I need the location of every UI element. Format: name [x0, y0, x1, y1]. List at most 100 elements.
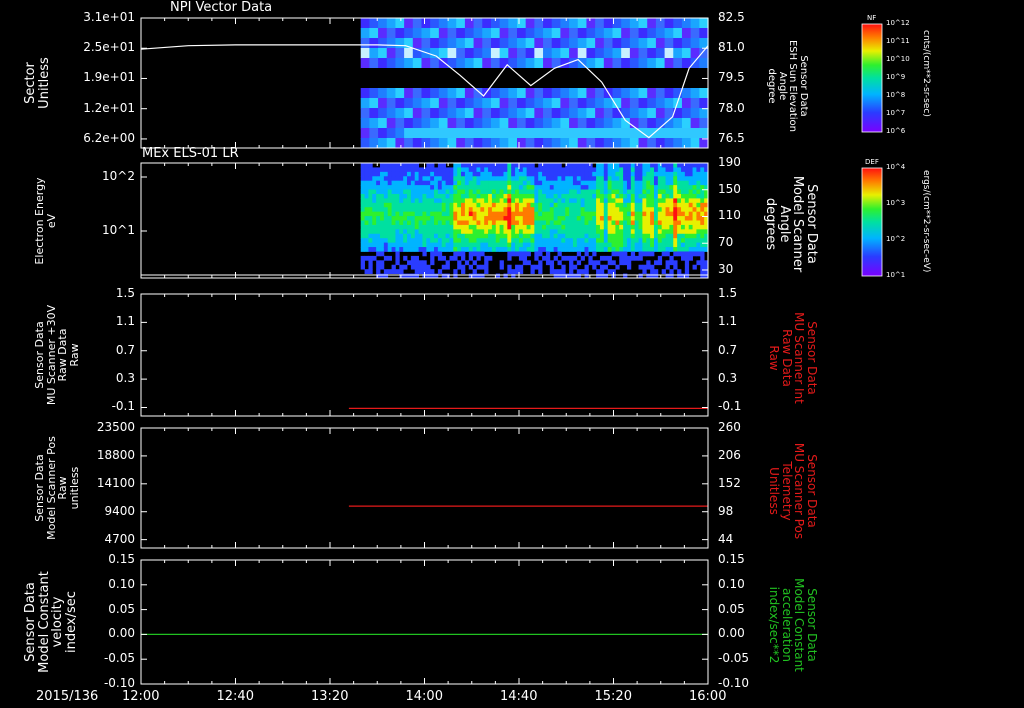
els-heat-cell: [638, 189, 643, 195]
els-heat-cell: [607, 238, 612, 244]
els-heat-cell: [449, 233, 454, 239]
els-heat-cell: [623, 171, 628, 177]
npi-heat-cell: [360, 28, 370, 39]
els-heat-cell: [542, 220, 547, 226]
right-axis-label-line: acceleration: [779, 588, 794, 662]
els-heat-cell: [626, 185, 632, 190]
els-heat-cell: [576, 247, 582, 252]
els-heat-cell: [572, 264, 578, 270]
els-heat-cell: [403, 185, 408, 190]
els-heat-cell: [549, 189, 555, 195]
npi-heat-cell: [603, 38, 614, 49]
els-heat-cell: [619, 207, 624, 213]
els-heat-cell: [692, 189, 697, 195]
panel-frame-3: [140, 427, 709, 549]
els-heat-cell: [688, 224, 693, 230]
els-heat-cell: [623, 189, 628, 195]
els-heat-cell: [468, 207, 474, 213]
colorbar-tick-label: 10^8: [886, 91, 906, 99]
els-heat-cell: [480, 233, 485, 239]
els-heat-cell: [449, 255, 454, 261]
els-heat-cell: [561, 193, 566, 199]
els-heat-cell: [545, 251, 551, 257]
npi-heat-cell: [621, 18, 631, 29]
right-axis-label-line: MU Scanner Int: [792, 312, 807, 404]
els-heat-cell: [530, 180, 535, 186]
els-heat-cell: [434, 176, 439, 182]
els-heat-cell: [557, 242, 562, 248]
els-heat-cell: [592, 216, 597, 221]
els-heat-cell: [642, 233, 647, 239]
els-heat-cell: [522, 185, 528, 190]
npi-heat-cell: [543, 88, 553, 99]
els-heat-cell: [499, 189, 504, 195]
npi-heat-cell: [621, 68, 631, 79]
npi-heat-cell: [482, 48, 492, 59]
els-heat-cell: [553, 229, 558, 235]
els-heat-cell: [576, 185, 582, 190]
els-heat-cell: [576, 167, 582, 173]
els-heat-cell: [638, 185, 643, 190]
els-heat-cell: [572, 185, 578, 190]
els-heat-cell: [480, 216, 485, 221]
els-heat-cell: [572, 202, 578, 208]
npi-heat-cell: [464, 98, 475, 109]
els-heat-cell: [607, 229, 612, 235]
els-heat-cell: [592, 242, 597, 248]
els-heat-cell: [518, 255, 524, 261]
els-heat-cell: [569, 224, 574, 230]
els-heat-cell: [507, 264, 512, 270]
els-heat-cell: [453, 167, 458, 173]
els-heat-cell: [511, 247, 516, 252]
npi-heat-cell: [629, 48, 640, 59]
els-heat-cell: [480, 189, 485, 195]
left-tick-label: 0.3: [115, 371, 135, 386]
els-heat-cell: [387, 224, 392, 230]
npi-heat-cell: [508, 88, 518, 99]
npi-heat-cell: [516, 78, 527, 89]
npi-heat-cell: [516, 38, 527, 49]
npi-heat-cell: [421, 98, 431, 109]
els-heat-cell: [646, 224, 651, 230]
els-heat-cell: [360, 180, 365, 186]
els-heat-cell: [380, 185, 385, 190]
els-heat-cell: [360, 224, 365, 230]
els-heat-cell: [596, 189, 601, 195]
els-heat-cell: [526, 207, 531, 213]
els-heat-cell: [480, 176, 485, 182]
els-heat-cell: [391, 247, 396, 252]
npi-heat-cell: [421, 38, 431, 49]
els-heat-cell: [619, 211, 624, 217]
els-heat-cell: [696, 251, 701, 257]
npi-heat-cell: [690, 118, 700, 129]
npi-heat-cell: [438, 88, 449, 99]
npi-heat-cell: [673, 138, 683, 149]
els-heat-cell: [464, 229, 470, 235]
els-heat-cell: [441, 242, 447, 248]
els-heat-cell: [491, 189, 497, 195]
npi-heat-cell: [551, 118, 562, 129]
els-heat-cell: [588, 224, 593, 230]
els-heat-cell: [507, 167, 512, 173]
els-heat-cell: [650, 224, 655, 230]
els-heat-cell: [426, 171, 431, 177]
els-heat-cell: [445, 167, 450, 173]
els-heat-cell: [395, 163, 400, 168]
els-heat-cell: [399, 176, 404, 182]
els-heat-cell: [426, 176, 431, 182]
els-heat-cell: [518, 238, 524, 244]
left-tick-label: 2.5e+01: [83, 40, 135, 55]
els-heat-cell: [673, 229, 678, 235]
els-heat-cell: [561, 211, 566, 217]
els-heat-cell: [530, 269, 535, 274]
els-heat-cell: [665, 189, 670, 195]
els-heat-cell: [557, 269, 562, 274]
npi-heat-cell: [560, 98, 570, 109]
els-heat-cell: [476, 185, 481, 190]
els-heat-cell: [515, 180, 520, 186]
els-heat-cell: [642, 229, 647, 235]
els-heat-cell: [484, 207, 489, 213]
els-heat-cell: [619, 171, 624, 177]
npi-heat-cell: [681, 88, 692, 99]
els-heat-cell: [418, 202, 423, 208]
